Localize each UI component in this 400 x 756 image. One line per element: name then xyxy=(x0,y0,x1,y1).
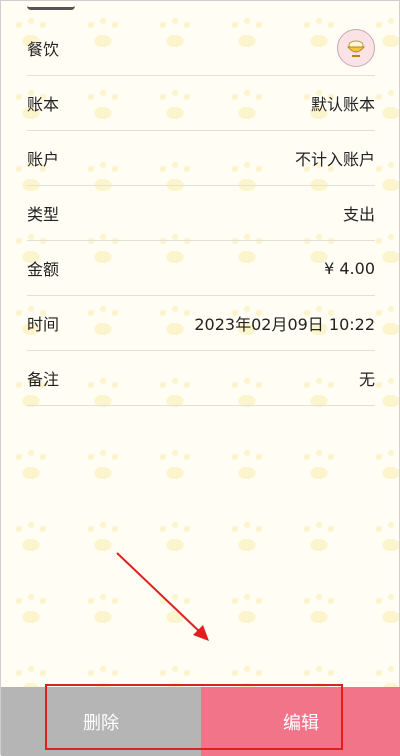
time-value: 2023年02月09日 10:22 xyxy=(194,315,375,334)
action-bar: 删除 编辑 xyxy=(1,687,400,756)
record-detail-page: 餐饮 账本 默认账本 账户 不计入账户 类型 支出 金额 ¥ 4.00 时间 2… xyxy=(0,0,400,756)
account-value: 不计入账户 xyxy=(294,150,375,169)
amount-label: 金额 xyxy=(27,260,60,279)
row-account: 账户 不计入账户 xyxy=(27,131,375,186)
rice-bowl-icon xyxy=(337,29,375,67)
note-label: 备注 xyxy=(27,370,60,389)
row-time: 时间 2023年02月09日 10:22 xyxy=(27,296,375,351)
row-category[interactable]: 餐饮 xyxy=(27,21,375,76)
detail-list: 餐饮 账本 默认账本 账户 不计入账户 类型 支出 金额 ¥ 4.00 时间 2… xyxy=(27,21,375,406)
back-icon[interactable] xyxy=(27,1,75,10)
row-type: 类型 支出 xyxy=(27,186,375,241)
note-value: 无 xyxy=(358,370,375,389)
delete-button-label: 删除 xyxy=(83,712,119,734)
row-book: 账本 默认账本 xyxy=(27,76,375,131)
row-note: 备注 无 xyxy=(27,351,375,406)
book-label: 账本 xyxy=(27,95,60,114)
delete-button[interactable]: 删除 xyxy=(1,687,201,756)
book-value: 默认账本 xyxy=(310,95,375,114)
type-label: 类型 xyxy=(27,205,60,224)
time-label: 时间 xyxy=(27,315,60,334)
amount-value: ¥ 4.00 xyxy=(324,258,375,278)
type-value: 支出 xyxy=(342,205,375,224)
row-amount: 金额 ¥ 4.00 xyxy=(27,241,375,296)
category-label: 餐饮 xyxy=(27,40,60,59)
edit-button-label: 编辑 xyxy=(283,712,319,734)
account-label: 账户 xyxy=(27,150,60,169)
edit-button[interactable]: 编辑 xyxy=(201,687,400,756)
